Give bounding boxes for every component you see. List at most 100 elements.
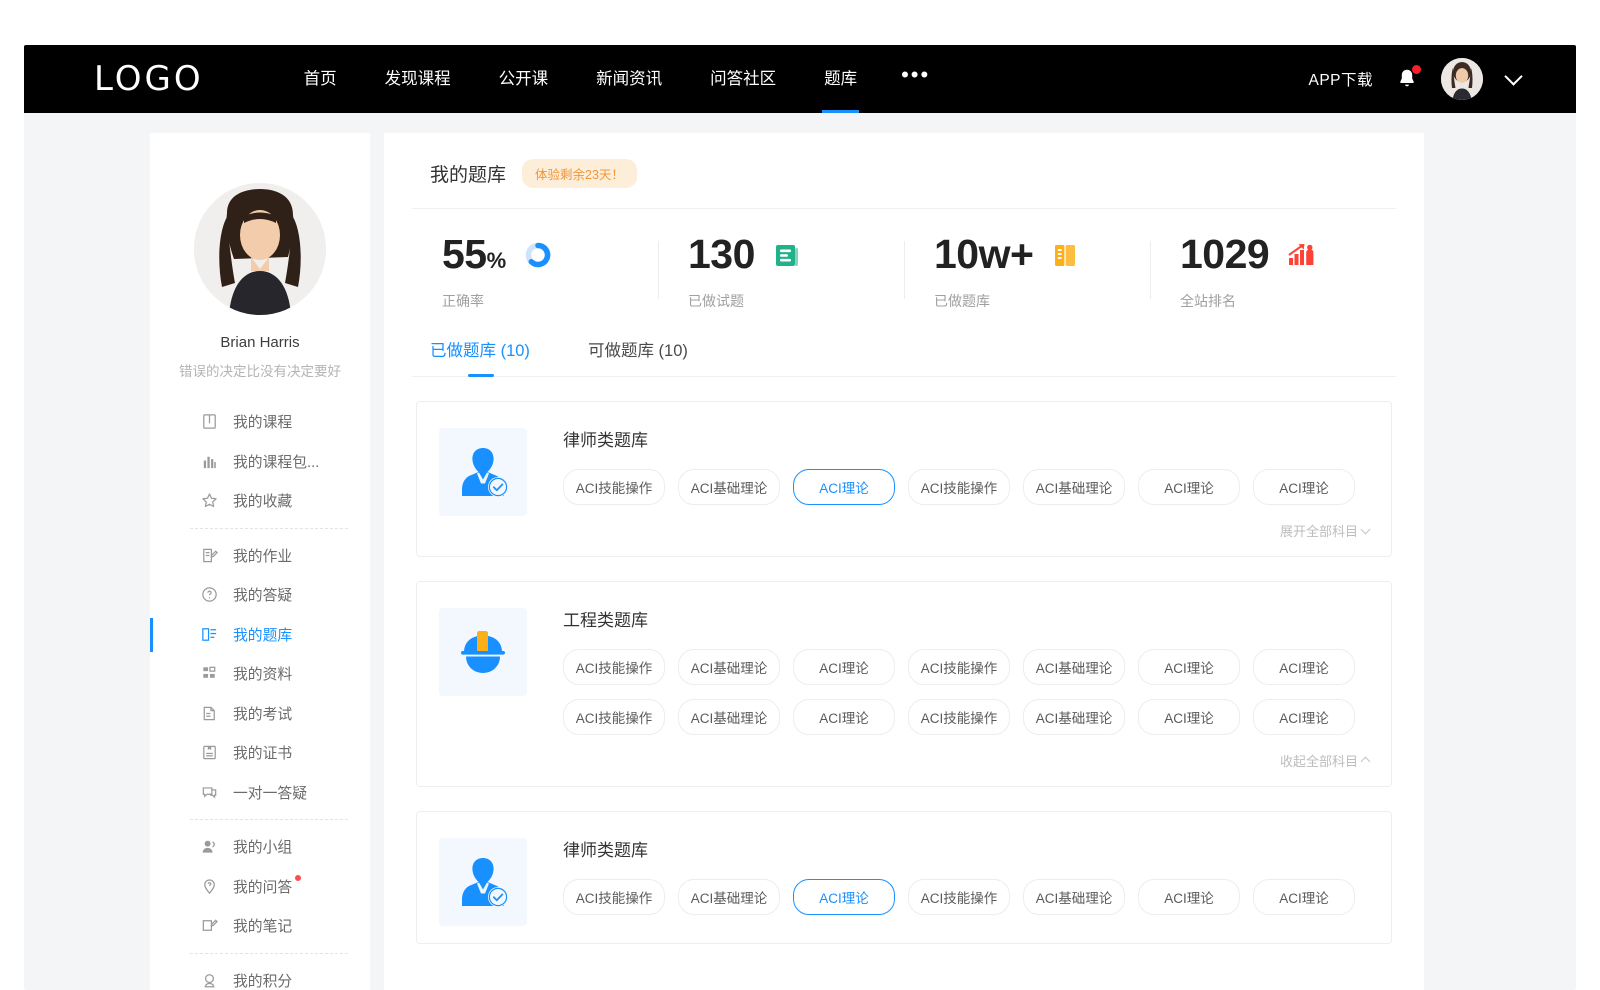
sidebar-item-5[interactable]: 我的答疑	[150, 575, 370, 615]
card-thumbnail[interactable]	[439, 608, 527, 696]
sidebar-item-7[interactable]: 我的资料	[150, 654, 370, 694]
app-download-link[interactable]: APP下载	[1308, 68, 1373, 90]
orange-book-icon	[1052, 241, 1078, 269]
toggle-all-subjects-label: 展开全部科目	[1280, 521, 1358, 540]
subject-tag[interactable]: ACI理论	[1253, 879, 1355, 915]
question-bank-icon	[200, 625, 219, 644]
sidebar-divider	[190, 528, 348, 529]
sidebar-item-label: 一对一答疑	[233, 782, 307, 803]
subject-tag[interactable]: ACI技能操作	[908, 699, 1010, 735]
subject-tag-row: ACI技能操作 ACI基础理论 ACI理论 ACI技能操作 ACI基础理论 ACI理论 AC…	[563, 469, 1369, 505]
nav-more-icon[interactable]: •••	[881, 45, 950, 113]
subject-tag[interactable]: ACI基础理论	[1023, 879, 1125, 915]
subject-tag[interactable]: ACI基础理论	[1023, 699, 1125, 735]
nav-item-6[interactable]: 题库	[800, 45, 881, 113]
homework-icon	[200, 546, 219, 565]
question-bank-icon	[200, 625, 219, 644]
toggle-all-subjects-label: 收起全部科目	[1280, 751, 1358, 770]
subject-tag[interactable]: ACI基础理论	[1023, 649, 1125, 685]
subject-tag[interactable]: ACI技能操作	[563, 469, 665, 505]
toggle-all-subjects-link[interactable]: 展开全部科目	[1280, 521, 1369, 540]
question-bank-card: 律师类题库ACI技能操作ACI基础理论ACI理论ACI技能操作ACI基础理论AC…	[416, 811, 1392, 944]
sidebar-avatar[interactable]	[194, 183, 326, 315]
subject-tag[interactable]: ACI基础理论	[1023, 469, 1125, 505]
nav-item-4[interactable]: 新闻资讯	[572, 45, 686, 113]
nav-item-1[interactable]: 首页	[280, 45, 361, 113]
star-icon	[200, 491, 219, 510]
sidebar-item-13[interactable]: 我的笔记	[150, 906, 370, 946]
sidebar-divider	[190, 953, 348, 954]
sidebar-item-label: 我的答疑	[233, 584, 292, 605]
subject-tag[interactable]: ACI基础理论	[678, 469, 780, 505]
nav-item-2[interactable]: 发现课程	[361, 45, 475, 113]
subject-tag[interactable]: ACI基础理论	[678, 699, 780, 735]
sidebar-item-10[interactable]: 一对一答疑	[150, 773, 370, 813]
subject-tag[interactable]: ACI理论	[1138, 699, 1240, 735]
stat-value: 10w+	[934, 231, 1033, 278]
stat-card-3: 10w+ 已做题库	[904, 231, 1150, 311]
subject-tag[interactable]: ACI基础理论	[678, 649, 780, 685]
question-bank-list: 律师类题库ACI技能操作ACI基础理论ACI理论ACI技能操作ACI基础理论AC…	[412, 401, 1396, 944]
sidebar-item-3[interactable]: 我的收藏	[150, 481, 370, 521]
chevron-down-icon[interactable]	[1504, 67, 1522, 85]
subject-tag[interactable]: ACI理论	[1253, 469, 1355, 505]
sidebar-item-1[interactable]: 我的课程	[150, 402, 370, 442]
sidebar-item-4[interactable]: 我的作业	[150, 536, 370, 576]
qa-location-icon	[200, 877, 219, 896]
sidebar-item-label: 我的积分	[233, 970, 292, 990]
tab-1[interactable]: 已做题库 (10)	[430, 337, 530, 376]
engineer-helmet-icon	[453, 622, 513, 682]
subject-tag[interactable]: ACI技能操作	[908, 649, 1010, 685]
nav-item-5[interactable]: 问答社区	[686, 45, 800, 113]
page-title: 我的题库	[430, 160, 506, 187]
subject-tag-row: ACI技能操作 ACI基础理论 ACI理论 ACI技能操作 ACI基础理论 ACI理论 AC…	[563, 649, 1369, 685]
card-thumbnail[interactable]	[439, 838, 527, 926]
stat-value: 130	[688, 231, 755, 278]
subject-tag[interactable]: ACI理论	[793, 699, 895, 735]
group-users-icon	[200, 837, 219, 856]
subject-tag[interactable]: ACI理论	[1138, 469, 1240, 505]
question-bank-card: 律师类题库ACI技能操作ACI基础理论ACI理论ACI技能操作ACI基础理论AC…	[416, 401, 1392, 557]
stat-value: 55%	[442, 231, 506, 278]
user-avatar[interactable]	[1441, 58, 1483, 100]
subject-tag[interactable]: ACI理论	[793, 469, 895, 505]
subject-tag[interactable]: ACI理论	[793, 879, 895, 915]
subject-tag[interactable]: ACI理论	[793, 649, 895, 685]
tab-2[interactable]: 可做题库 (10)	[588, 337, 688, 376]
screenshot-root: LOGO 首页发现课程公开课新闻资讯问答社区题库 ••• APP下载	[0, 0, 1600, 990]
subject-tag[interactable]: ACI基础理论	[678, 879, 780, 915]
sidebar-item-label: 我的考试	[233, 703, 292, 724]
sidebar-item-6[interactable]: 我的题库	[150, 615, 370, 655]
stat-value-row: 10w+	[934, 231, 1150, 278]
subject-tag[interactable]: ACI技能操作	[563, 649, 665, 685]
red-rank-chart-icon	[1287, 242, 1315, 268]
toggle-all-subjects-link[interactable]: 收起全部科目	[1280, 751, 1369, 770]
subject-tag[interactable]: ACI技能操作	[563, 699, 665, 735]
subject-tag[interactable]: ACI技能操作	[908, 879, 1010, 915]
sidebar-item-8[interactable]: 我的考试	[150, 694, 370, 734]
lawyer-avatar-icon	[453, 442, 513, 502]
sidebar-item-label: 我的问答	[233, 876, 292, 897]
files-icon	[200, 664, 219, 683]
sidebar-avatar-image	[194, 183, 326, 315]
sidebar-item-14[interactable]: 我的积分	[150, 961, 370, 990]
subject-tag[interactable]: ACI理论	[1138, 879, 1240, 915]
notification-bell-button[interactable]	[1395, 66, 1419, 92]
stat-card-2: 130 已做试题	[658, 231, 904, 311]
sidebar-item-2[interactable]: 我的课程包...	[150, 442, 370, 482]
subject-tag[interactable]: ACI技能操作	[563, 879, 665, 915]
sidebar-item-9[interactable]: 我的证书	[150, 733, 370, 773]
sidebar-item-11[interactable]: 我的小组	[150, 827, 370, 867]
sidebar-item-12[interactable]: 我的问答	[150, 867, 370, 907]
subject-tag[interactable]: ACI理论	[1138, 649, 1240, 685]
card-body: 律师类题库ACI技能操作ACI基础理论ACI理论ACI技能操作ACI基础理论AC…	[563, 426, 1369, 542]
site-logo[interactable]: LOGO	[94, 59, 204, 99]
subject-tag[interactable]: ACI技能操作	[908, 469, 1010, 505]
card-thumbnail[interactable]	[439, 428, 527, 516]
nav-item-3[interactable]: 公开课	[475, 45, 573, 113]
top-navigation-bar: LOGO 首页发现课程公开课新闻资讯问答社区题库 ••• APP下载	[24, 45, 1576, 113]
question-circle-icon	[200, 585, 219, 604]
subject-tag[interactable]: ACI理论	[1253, 649, 1355, 685]
chart-bars-icon	[200, 452, 219, 471]
subject-tag[interactable]: ACI理论	[1253, 699, 1355, 735]
